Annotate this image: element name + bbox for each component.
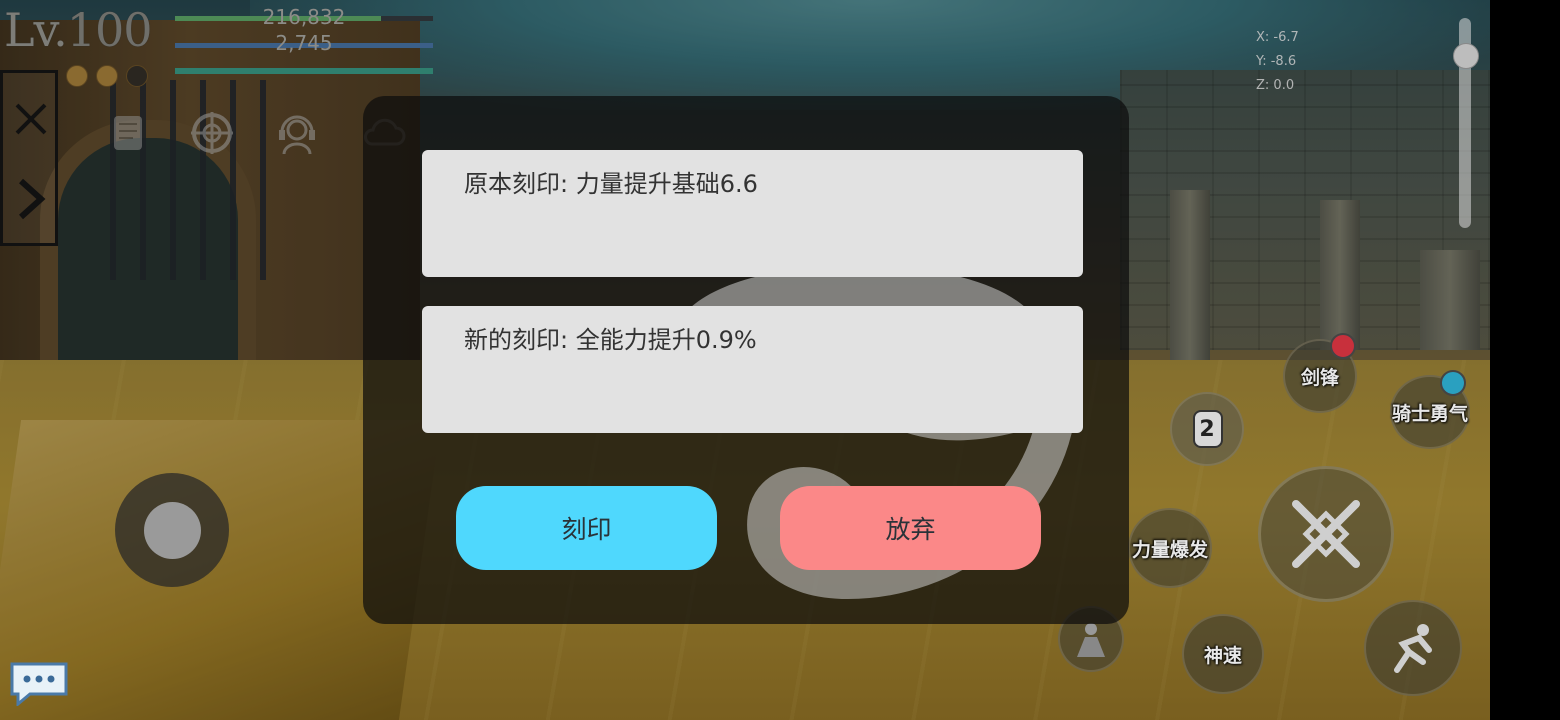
customer-service-icon[interactable] — [274, 110, 320, 156]
skill-power-burst[interactable]: 力量爆发 — [1128, 508, 1212, 588]
skill-label: 骑士勇气 — [1392, 402, 1469, 425]
new-engraving-text: 新的刻印: 全能力提升0.9% — [464, 326, 757, 354]
coord-y: Y: -8.6 — [1256, 54, 1297, 69]
charge-dot — [96, 65, 118, 87]
discard-button[interactable]: 放弃 — [780, 486, 1041, 570]
dodge-button[interactable] — [1364, 600, 1462, 696]
close-icon[interactable] — [9, 97, 53, 141]
crossed-swords-icon — [1292, 500, 1360, 568]
side-menu — [0, 70, 58, 246]
level-value: 100 — [66, 3, 153, 57]
skill-label: 剑锋 — [1300, 366, 1339, 389]
quest-scroll-icon[interactable] — [104, 110, 150, 156]
slot-number: 2 — [1199, 416, 1215, 442]
engrave-button[interactable]: 刻印 — [456, 486, 717, 570]
red-potion-icon — [1330, 333, 1356, 359]
target-icon[interactable] — [189, 110, 235, 156]
skill-label: 神速 — [1203, 644, 1242, 667]
level-display: Lv.100 — [4, 3, 153, 57]
chat-bubble-icon[interactable] — [8, 660, 70, 708]
chevron-right-icon[interactable] — [9, 177, 53, 221]
mp-value: 2,745 — [275, 31, 333, 55]
skill-divine-speed[interactable]: 神速 — [1182, 614, 1264, 694]
coord-x: X: -6.7 — [1256, 30, 1299, 45]
blue-potion-icon — [1440, 370, 1466, 396]
charge-dot — [66, 65, 88, 87]
hp-value: 216,832 — [262, 5, 346, 29]
skill-label: 力量爆发 — [1131, 538, 1208, 561]
original-engraving-card: 原本刻印: 力量提升基础6.6 — [422, 150, 1083, 277]
xp-bar — [175, 68, 433, 74]
charge-dot — [126, 65, 148, 87]
camera-zoom-handle[interactable] — [1453, 43, 1479, 69]
new-engraving-card: 新的刻印: 全能力提升0.9% — [422, 306, 1083, 433]
joystick-knob[interactable] — [144, 502, 201, 559]
original-engraving-text: 原本刻印: 力量提升基础6.6 — [464, 170, 758, 198]
screen-edge — [1490, 0, 1560, 720]
attack-button[interactable] — [1258, 466, 1394, 602]
coord-z: Z: 0.0 — [1256, 78, 1295, 93]
level-prefix: Lv. — [4, 3, 68, 57]
coordinate-readout: X: -6.7 Y: -8.6 Z: 0.0 — [1256, 26, 1299, 98]
charge-indicators — [66, 65, 148, 87]
item-slot-button[interactable]: 2 — [1170, 392, 1244, 466]
dash-icon — [1394, 624, 1432, 673]
